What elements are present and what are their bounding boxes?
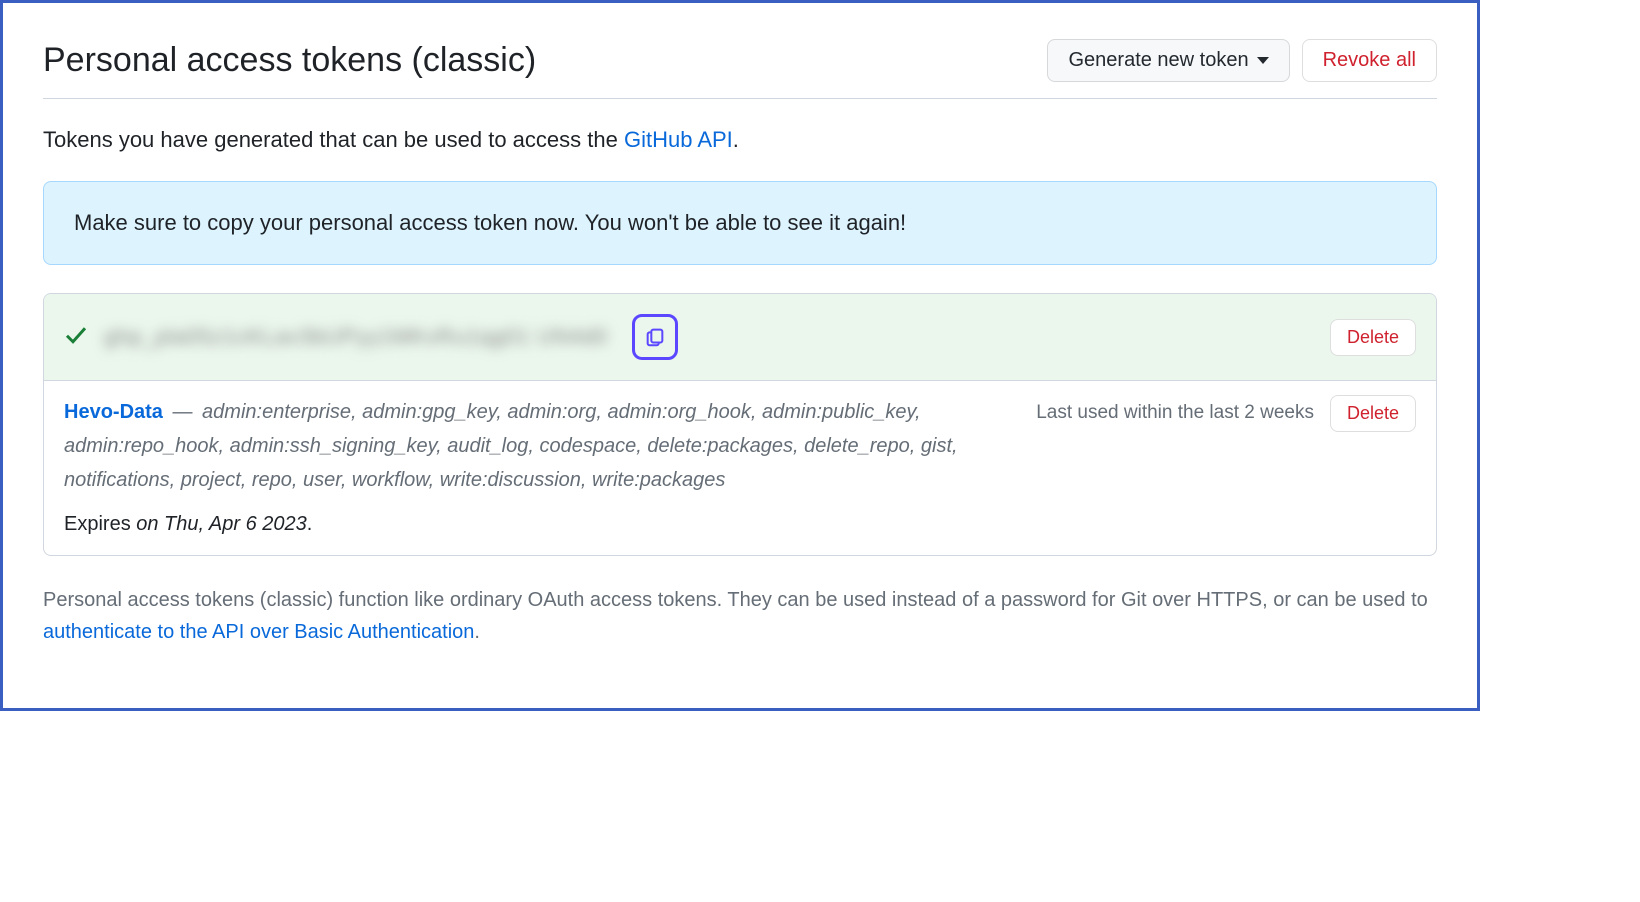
delete-new-token-button[interactable]: Delete	[1330, 319, 1416, 356]
caret-down-icon	[1257, 57, 1269, 64]
intro-text: Tokens you have generated that can be us…	[43, 127, 1437, 153]
token-list: ghp_pla05z1cKLav3bUPyy1MKvRu1qg01 UN4d0 …	[43, 293, 1437, 556]
page-title: Personal access tokens (classic)	[43, 41, 536, 80]
generate-new-token-label: Generate new token	[1068, 49, 1248, 72]
basic-auth-link[interactable]: authenticate to the API over Basic Authe…	[43, 621, 474, 643]
header-actions: Generate new token Revoke all	[1047, 39, 1437, 82]
token-details: Last used within the last 2 weeks Hevo-D…	[64, 395, 1314, 541]
check-icon	[64, 323, 88, 352]
token-scopes: admin:enterprise, admin:gpg_key, admin:o…	[64, 401, 958, 491]
dash-sep: —	[172, 401, 198, 423]
copy-icon	[644, 326, 666, 348]
existing-token-row: Last used within the last 2 weeks Hevo-D…	[44, 381, 1436, 555]
token-last-used: Last used within the last 2 weeks	[1036, 397, 1314, 429]
github-api-link[interactable]: GitHub API	[624, 127, 733, 152]
token-value-masked: ghp_pla05z1cKLav3bUPyy1MKvRu1qg01 UN4d0	[104, 324, 608, 350]
footer-note: Personal access tokens (classic) functio…	[43, 584, 1437, 648]
token-name-link[interactable]: Hevo-Data	[64, 401, 163, 423]
copy-token-button[interactable]	[632, 314, 678, 360]
generate-new-token-button[interactable]: Generate new token	[1047, 39, 1289, 82]
copy-token-warning: Make sure to copy your personal access t…	[43, 181, 1437, 265]
expires-when: on Thu, Apr 6 2023	[136, 513, 307, 535]
footer-part1: Personal access tokens (classic) functio…	[43, 589, 1428, 611]
page-header: Personal access tokens (classic) Generat…	[43, 39, 1437, 99]
expires-prefix: Expires	[64, 513, 136, 535]
intro-prefix: Tokens you have generated that can be us…	[43, 127, 624, 152]
new-token-row: ghp_pla05z1cKLav3bUPyy1MKvRu1qg01 UN4d0 …	[44, 294, 1436, 381]
footer-part2: .	[474, 621, 480, 643]
revoke-all-button[interactable]: Revoke all	[1302, 39, 1437, 82]
delete-existing-token-button[interactable]: Delete	[1330, 395, 1416, 432]
intro-suffix: .	[733, 127, 739, 152]
token-expires: Expires on Thu, Apr 6 2023.	[64, 507, 1314, 541]
expires-suffix: .	[307, 513, 313, 535]
